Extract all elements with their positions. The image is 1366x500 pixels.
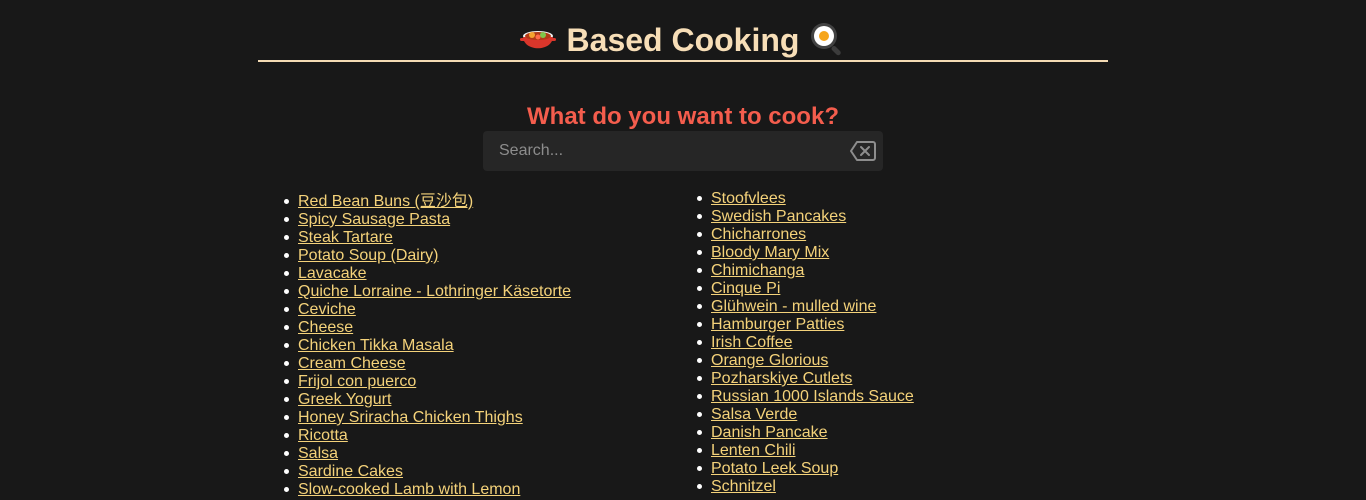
recipe-link[interactable]: Russian 1000 Islands Sauce: [711, 388, 914, 405]
recipe-list-item: Schnitzel: [697, 478, 914, 496]
recipe-list-item: Russian 1000 Islands Sauce: [697, 388, 914, 406]
recipe-link[interactable]: Frijol con puerco: [298, 373, 416, 390]
recipe-list-item: Greek Yogurt: [283, 391, 571, 409]
recipe-link[interactable]: Greek Yogurt: [298, 391, 391, 408]
recipe-link[interactable]: Swedish Pancakes: [711, 208, 846, 225]
recipe-list-item: Potato Leek Soup: [697, 460, 914, 478]
recipe-link[interactable]: Potato Leek Soup: [711, 460, 838, 477]
recipe-list-item: Glühwein - mulled wine: [697, 298, 914, 316]
recipe-link[interactable]: Pozharskiye Cutlets: [711, 370, 852, 387]
recipe-link[interactable]: Cream Cheese: [298, 355, 406, 372]
recipe-link[interactable]: Cheese: [298, 319, 353, 336]
recipe-link[interactable]: Salsa: [298, 445, 338, 462]
search-box: [483, 131, 883, 171]
recipe-link[interactable]: Stoofvlees: [711, 190, 786, 207]
recipe-list-item: Cheese: [283, 319, 571, 337]
recipe-list-item: Frijol con puerco: [283, 373, 571, 391]
recipe-list-item: Hamburger Patties: [697, 316, 914, 334]
recipe-list-item: Steak Tartare: [283, 229, 571, 247]
site-header: Based Cooking: [258, 18, 1108, 62]
recipe-link[interactable]: Ceviche: [298, 301, 356, 318]
recipe-link[interactable]: Quiche Lorraine - Lothringer Käsetorte: [298, 283, 571, 300]
cooking-pot-icon: [519, 21, 557, 59]
recipe-list-right: Stoofvlees Swedish Pancakes Chicharrones Bl…: [697, 190, 914, 496]
recipe-list-item: Ricotta: [283, 427, 571, 445]
recipe-list-item: Bloody Mary Mix: [697, 244, 914, 262]
recipe-link[interactable]: Lavacake: [298, 265, 367, 282]
recipe-link[interactable]: Bloody Mary Mix: [711, 244, 829, 261]
recipe-list-item: Chicken Tikka Masala: [283, 337, 571, 355]
recipe-list-item: Quiche Lorraine - Lothringer Käsetorte: [283, 283, 571, 301]
recipe-list-item: Ceviche: [283, 301, 571, 319]
recipe-link[interactable]: Potato Soup (Dairy): [298, 247, 439, 264]
recipe-list-item: Pozharskiye Cutlets: [697, 370, 914, 388]
recipe-link[interactable]: Chicharrones: [711, 226, 806, 243]
frying-pan-egg-icon: [809, 21, 847, 59]
recipe-list-item: Cinque Pi: [697, 280, 914, 298]
recipe-link[interactable]: Honey Sriracha Chicken Thighs: [298, 409, 523, 426]
recipe-link[interactable]: Red Bean Buns (豆沙包): [298, 193, 473, 210]
recipe-list-item: Slow-cooked Lamb with Lemon: [283, 481, 571, 499]
page: Based Cooking What do you want to cook? …: [0, 0, 1366, 500]
recipe-list-item: Lavacake: [283, 265, 571, 283]
recipe-link[interactable]: Chicken Tikka Masala: [298, 337, 454, 354]
recipe-list-item: Lenten Chili: [697, 442, 914, 460]
recipe-list-item: Cream Cheese: [283, 355, 571, 373]
recipe-list-item: Red Bean Buns (豆沙包): [283, 193, 571, 211]
recipe-link[interactable]: Steak Tartare: [298, 229, 393, 246]
recipe-link[interactable]: Irish Coffee: [711, 334, 793, 351]
recipe-list-item: Chicharrones: [697, 226, 914, 244]
recipe-link[interactable]: Cinque Pi: [711, 280, 780, 297]
recipe-link[interactable]: Spicy Sausage Pasta: [298, 211, 450, 228]
recipe-list-item: Potato Soup (Dairy): [283, 247, 571, 265]
recipe-list-left: Red Bean Buns (豆沙包) Spicy Sausage Pasta St…: [283, 193, 571, 499]
recipe-list-item: Salsa: [283, 445, 571, 463]
recipe-list-item: Chimichanga: [697, 262, 914, 280]
recipe-link[interactable]: Chimichanga: [711, 262, 804, 279]
recipe-list-item: Swedish Pancakes: [697, 208, 914, 226]
recipe-list-item: Sardine Cakes: [283, 463, 571, 481]
recipe-link[interactable]: Lenten Chili: [711, 442, 796, 459]
recipe-list-item: Stoofvlees: [697, 190, 914, 208]
recipe-link[interactable]: Sardine Cakes: [298, 463, 403, 480]
recipe-list-item: Spicy Sausage Pasta: [283, 211, 571, 229]
recipe-link[interactable]: Ricotta: [298, 427, 348, 444]
recipe-link[interactable]: Salsa Verde: [711, 406, 797, 423]
clear-search-icon[interactable]: [850, 140, 876, 162]
site-title-group: Based Cooking: [519, 18, 848, 62]
recipe-link[interactable]: Schnitzel: [711, 478, 776, 495]
recipe-list-item: Irish Coffee: [697, 334, 914, 352]
recipe-link[interactable]: Glühwein - mulled wine: [711, 298, 876, 315]
recipe-link[interactable]: Slow-cooked Lamb with Lemon: [298, 481, 520, 498]
cook-prompt: What do you want to cook?: [527, 102, 839, 130]
recipe-list-item: Orange Glorious: [697, 352, 914, 370]
recipe-link[interactable]: Orange Glorious: [711, 352, 828, 369]
recipe-link[interactable]: Hamburger Patties: [711, 316, 844, 333]
search-input[interactable]: [483, 131, 843, 171]
recipe-list-item: Danish Pancake: [697, 424, 914, 442]
recipe-list-item: Salsa Verde: [697, 406, 914, 424]
site-title: Based Cooking: [566, 22, 800, 58]
recipe-list-item: Honey Sriracha Chicken Thighs: [283, 409, 571, 427]
recipe-link[interactable]: Danish Pancake: [711, 424, 828, 441]
